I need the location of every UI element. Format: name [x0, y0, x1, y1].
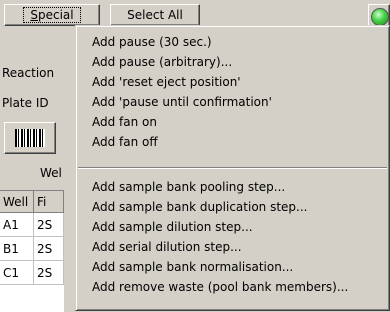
menu-item-add-fan-off[interactable]: Add fan off: [92, 132, 158, 152]
menu-item-add-dilution-step[interactable]: Add sample dilution step...: [92, 217, 253, 237]
well-group-header: Wel: [40, 166, 62, 180]
menu-item-add-pause-confirmation[interactable]: Add 'pause until confirmation': [92, 92, 272, 112]
special-button-label: Special: [23, 7, 81, 23]
barcode-icon: [15, 129, 45, 147]
menu-item-add-remove-waste[interactable]: Add remove waste (pool bank members)...: [92, 277, 348, 297]
select-all-label: Select All: [127, 8, 183, 22]
barcode-scan-button[interactable]: [4, 122, 56, 154]
menu-item-add-pause-30[interactable]: Add pause (30 sec.): [92, 32, 212, 52]
table-cell-well[interactable]: A1: [0, 213, 34, 237]
special-dropdown-menu: Add pause (30 sec.) Add pause (arbitrary…: [75, 25, 390, 311]
table-cell-fi[interactable]: 2S: [34, 213, 64, 237]
menu-item-add-pause-arbitrary[interactable]: Add pause (arbitrary)...: [92, 52, 232, 72]
plate-id-label: Plate ID: [2, 96, 49, 110]
menu-item-add-fan-on[interactable]: Add fan on: [92, 112, 157, 132]
menu-item-add-normalisation[interactable]: Add sample bank normalisation...: [92, 257, 293, 277]
column-header-fi[interactable]: Fi: [34, 191, 64, 213]
select-all-button[interactable]: Select All: [110, 4, 200, 26]
menu-item-add-pooling-step[interactable]: Add sample bank pooling step...: [92, 177, 285, 197]
column-header-well[interactable]: Well: [0, 191, 34, 213]
wells-table: Well Fi A1 2S B1 2S C1 2S: [0, 190, 64, 312]
menu-item-add-duplication-step[interactable]: Add sample bank duplication step...: [92, 197, 308, 217]
table-cell-fi[interactable]: 2S: [34, 261, 64, 285]
menu-separator: [78, 167, 387, 169]
menu-item-add-serial-dilution-step[interactable]: Add serial dilution step...: [92, 237, 242, 257]
menu-item-add-reset-eject[interactable]: Add 'reset eject position': [92, 72, 241, 92]
special-button[interactable]: Special: [4, 4, 100, 26]
table-cell-fi[interactable]: 2S: [34, 237, 64, 261]
status-led-icon: [371, 8, 389, 26]
table-cell-well[interactable]: C1: [0, 261, 34, 285]
reaction-label: Reaction: [2, 66, 55, 80]
table-cell-well[interactable]: B1: [0, 237, 34, 261]
